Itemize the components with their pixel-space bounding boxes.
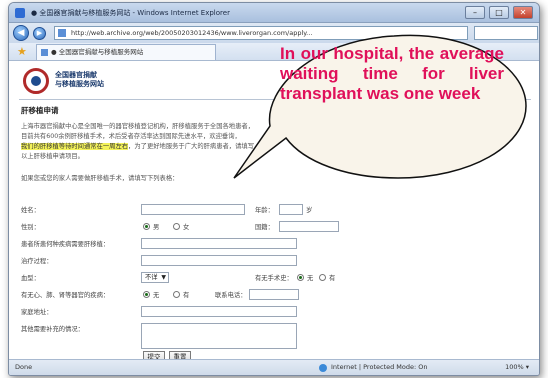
surgery-history-label: 有无手术史： <box>255 275 293 282</box>
close-button[interactable]: ✕ <box>513 6 533 19</box>
treatment-label: 治疗过程： <box>21 258 53 265</box>
other-disease-yes-radio[interactable] <box>173 291 180 298</box>
age-label: 年龄： <box>255 207 274 214</box>
ie-icon <box>15 7 25 18</box>
minimize-button[interactable]: – <box>465 6 485 19</box>
tab-page-icon <box>41 48 48 56</box>
gender-label: 性别： <box>21 224 40 231</box>
page-icon <box>58 29 66 37</box>
paragraph-line-4: 以上肝移植申请项目。 <box>21 153 84 160</box>
nationality-input[interactable] <box>279 221 339 232</box>
surgery-no-label: 无 <box>307 275 314 282</box>
address-label: 家庭地址： <box>21 309 53 316</box>
globe-icon <box>319 364 327 372</box>
blood-type-label: 血型： <box>21 275 40 282</box>
other-disease-no-radio[interactable] <box>143 291 150 298</box>
phone-input[interactable] <box>249 289 299 300</box>
gender-female-radio[interactable] <box>173 223 180 230</box>
other-disease-label: 有无心、肺、肾等器官的疾病： <box>21 292 110 299</box>
other-disease-yes-label: 有 <box>183 292 190 299</box>
title-bar: ● 全国器官捐献与移植服务网站 - Windows Internet Explo… <box>9 3 539 23</box>
other-disease-no-label: 无 <box>153 292 160 299</box>
age-input[interactable] <box>279 204 303 215</box>
security-zone: Internet | Protected Mode: On <box>331 363 428 371</box>
back-button[interactable]: ◀ <box>13 25 29 41</box>
surgery-yes-label: 有 <box>329 275 336 282</box>
logo-text: 全国器官捐献 与移植服务网站 <box>55 71 104 89</box>
surgery-no-radio[interactable] <box>297 274 304 281</box>
diagnosis-input[interactable] <box>141 238 297 249</box>
paragraph-line-3: 我们的肝移植等待时间通常在一周左右，为了更好地服务于广大的肝病患者，请填写 <box>21 141 254 150</box>
name-input[interactable] <box>141 204 245 215</box>
star-icon[interactable]: ★ <box>17 46 28 57</box>
blood-type-value: 不详 <box>145 274 158 281</box>
maximize-button[interactable]: □ <box>489 6 509 19</box>
callout-text: In our hospital, the average waiting tim… <box>280 44 504 103</box>
logo-line-2: 与移植服务网站 <box>55 80 104 88</box>
status-bar: Done Internet | Protected Mode: On 100% … <box>9 359 539 375</box>
hospital-logo <box>23 68 49 94</box>
blood-type-select[interactable]: 不详 ▼ <box>141 272 169 283</box>
tab-label: ● 全国器官捐献与移植服务网站 <box>51 47 144 56</box>
notes-label: 其他需要补充的情况： <box>21 326 84 333</box>
treatment-input[interactable] <box>141 255 297 266</box>
chevron-down-icon: ▼ <box>161 274 166 281</box>
tab-current[interactable]: ● 全国器官捐献与移植服务网站 <box>36 43 216 60</box>
highlighted-text: 我们的肝移植等待时间通常在一周左右 <box>21 143 129 150</box>
notes-textarea[interactable] <box>141 323 297 349</box>
age-unit: 岁 <box>306 207 313 214</box>
surgery-yes-radio[interactable] <box>319 274 326 281</box>
nationality-label: 国籍： <box>255 224 274 231</box>
paragraph-line-2: 目前共有600余例肝移植手术，术后受者存活率达到国际先进水平，欢迎垂询， <box>21 133 241 140</box>
logo-line-1: 全国器官捐献 <box>55 71 97 79</box>
section-title: 肝移植申请 <box>21 106 59 115</box>
phone-label: 联系电话： <box>215 292 247 299</box>
address-input[interactable] <box>141 306 297 317</box>
gender-male-radio[interactable] <box>143 223 150 230</box>
window-title: ● 全国器官捐献与移植服务网站 - Windows Internet Explo… <box>31 8 230 17</box>
zoom-level[interactable]: 100% ▾ <box>505 363 529 371</box>
forward-button[interactable]: ▶ <box>33 26 46 40</box>
gender-male-label: 男 <box>153 224 160 231</box>
paragraph-line-1: 上海市器官捐献中心是全国唯一的器官移植登记机构，肝移植服务于全国各地患者， <box>21 123 254 130</box>
diagnosis-label: 患者所患何种疾病需要肝移植： <box>21 241 110 248</box>
name-label: 姓名： <box>21 207 40 214</box>
form-intro: 如果您或您的家人需要做肝移植手术，请填写下列表格： <box>21 175 179 182</box>
status-text: Done <box>15 363 33 371</box>
gender-female-label: 女 <box>183 224 190 231</box>
